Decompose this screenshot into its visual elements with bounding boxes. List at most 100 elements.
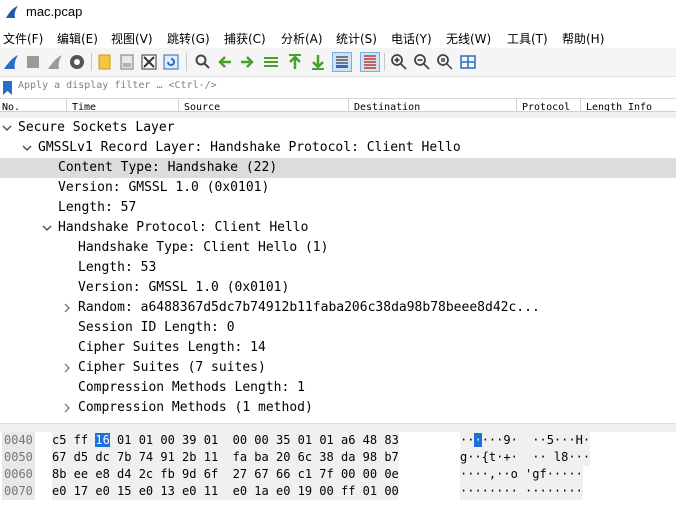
tree-row[interactable]: Handshake Protocol: Client Hello bbox=[0, 218, 676, 238]
ascii-segment: ·· bbox=[460, 433, 475, 447]
hex-row[interactable]: 0060 8b ee e8 d4 2c fb 9d 6f 27 67 66 c1 … bbox=[0, 466, 676, 483]
menu-go[interactable]: 跳转(G) bbox=[167, 30, 210, 47]
tree-row[interactable]: Cipher Suites (7 suites) bbox=[0, 358, 676, 378]
hex-ascii[interactable]: ····,··o 'gf····· bbox=[460, 466, 583, 483]
zoom-in-icon[interactable] bbox=[390, 53, 408, 71]
tree-row[interactable]: Length: 53 bbox=[0, 258, 676, 278]
packet-list-header: No. Time Source Destination Protocol Len… bbox=[0, 99, 676, 112]
hex-offset: 0050 bbox=[2, 449, 35, 466]
tree-row-label: Content Type: Handshake (22) bbox=[58, 160, 278, 175]
normal-size-icon[interactable] bbox=[436, 53, 454, 71]
tree-row-label: Handshake Type: Client Hello (1) bbox=[78, 240, 329, 255]
column-source[interactable]: Source bbox=[184, 102, 220, 111]
menu-edit[interactable]: 编辑(E) bbox=[57, 30, 98, 47]
expand-down-arrow-icon[interactable] bbox=[42, 221, 54, 235]
tree-row-label: Cipher Suites (7 suites) bbox=[78, 360, 266, 375]
hex-offset: 0070 bbox=[2, 483, 35, 500]
hex-row[interactable]: 0070 e0 17 e0 15 e0 13 e0 11 e0 1a e0 19 … bbox=[0, 483, 676, 500]
colorize-list-icon[interactable] bbox=[360, 52, 380, 72]
hex-bytes-segment: e0 17 e0 15 e0 13 e0 11 e0 1a e0 19 00 f… bbox=[52, 484, 399, 498]
start-capture-fin-icon[interactable] bbox=[2, 53, 20, 71]
hex-ascii[interactable]: g··{t·+· ·· l8··· bbox=[460, 449, 591, 466]
tree-row[interactable]: Handshake Type: Client Hello (1) bbox=[0, 238, 676, 258]
save-file-icon[interactable] bbox=[118, 53, 136, 71]
tree-row[interactable]: Random: a6488367d5dc7b74912b11faba206c38… bbox=[0, 298, 676, 318]
collapse-right-arrow-icon[interactable] bbox=[62, 361, 74, 375]
hex-ascii[interactable]: ········ ········ bbox=[460, 483, 583, 500]
capture-options-gear-icon[interactable] bbox=[68, 53, 86, 71]
hex-offset: 0060 bbox=[2, 466, 35, 483]
ascii-segment: g··{t·+· ·· l8··· bbox=[460, 450, 591, 464]
menu-statistics[interactable]: 统计(S) bbox=[336, 30, 377, 47]
column-separator bbox=[66, 99, 67, 111]
column-info[interactable]: Info bbox=[628, 102, 652, 111]
toolbar-separator bbox=[384, 53, 385, 71]
expand-down-arrow-icon[interactable] bbox=[22, 141, 34, 155]
tree-row[interactable]: Compression Methods (1 method) bbox=[0, 398, 676, 418]
hex-bytes[interactable]: 67 d5 dc 7b 74 91 2b 11 fa ba 20 6c 38 d… bbox=[52, 449, 399, 466]
menu-wireless[interactable]: 无线(W) bbox=[446, 30, 491, 47]
zoom-out-icon[interactable] bbox=[413, 53, 431, 71]
tree-row[interactable]: Version: GMSSL 1.0 (0x0101) bbox=[0, 178, 676, 198]
display-filter-input[interactable]: Apply a display filter … <Ctrl-/> bbox=[18, 80, 217, 91]
hex-bytes-segment: 8b ee e8 d4 2c fb 9d 6f 27 67 66 c1 7f 0… bbox=[52, 467, 399, 481]
hex-bytes[interactable]: c5 ff 16 01 01 00 39 01 00 00 35 01 01 a… bbox=[52, 432, 399, 449]
tree-row[interactable]: Cipher Suites Length: 14 bbox=[0, 338, 676, 358]
tree-row[interactable]: Compression Methods Length: 1 bbox=[0, 378, 676, 398]
menu-help[interactable]: 帮助(H) bbox=[562, 30, 604, 47]
menu-file[interactable]: 文件(F) bbox=[3, 30, 43, 47]
column-separator bbox=[516, 99, 517, 111]
go-to-packet-icon[interactable] bbox=[262, 53, 280, 71]
hex-row[interactable]: 0050 67 d5 dc 7b 74 91 2b 11 fa ba 20 6c … bbox=[0, 449, 676, 466]
collapse-right-arrow-icon[interactable] bbox=[62, 301, 74, 315]
collapse-right-arrow-icon[interactable] bbox=[62, 401, 74, 415]
ascii-segment: ········ ········ bbox=[460, 484, 583, 498]
stop-capture-icon[interactable] bbox=[24, 53, 42, 71]
tree-row-label: Compression Methods (1 method) bbox=[78, 400, 313, 415]
resize-columns-icon[interactable] bbox=[459, 53, 477, 71]
tree-row[interactable]: Session ID Length: 0 bbox=[0, 318, 676, 338]
hex-bytes[interactable]: 8b ee e8 d4 2c fb 9d 6f 27 67 66 c1 7f 0… bbox=[52, 466, 399, 483]
bookmark-icon[interactable] bbox=[3, 80, 12, 95]
restart-capture-fin-icon[interactable] bbox=[46, 53, 64, 71]
go-forward-arrow-icon[interactable] bbox=[238, 53, 256, 71]
tree-row[interactable]: Version: GMSSL 1.0 (0x0101) bbox=[0, 278, 676, 298]
auto-scroll-icon[interactable] bbox=[332, 52, 352, 72]
packet-details-tree: Secure Sockets Layer GMSSLv1 Record Layer… bbox=[0, 118, 676, 423]
toolbar-separator bbox=[91, 53, 92, 71]
last-packet-arrow-icon[interactable] bbox=[309, 53, 327, 71]
hex-ascii[interactable]: ······9· ··5···H· bbox=[460, 432, 591, 449]
close-file-icon[interactable] bbox=[140, 53, 158, 71]
find-packet-icon[interactable] bbox=[194, 53, 212, 71]
menu-capture[interactable]: 捕获(C) bbox=[224, 30, 266, 47]
hex-row[interactable]: 0040 c5 ff 16 01 01 00 39 01 00 00 35 01 … bbox=[0, 432, 676, 449]
first-packet-arrow-icon[interactable] bbox=[286, 53, 304, 71]
hex-bytes-segment: 67 d5 dc 7b 74 91 2b 11 fa ba 20 6c 38 d… bbox=[52, 450, 399, 464]
hex-offset: 0040 bbox=[2, 432, 35, 449]
ascii-char-highlight: · bbox=[474, 433, 482, 447]
tree-row[interactable]: GMSSLv1 Record Layer: Handshake Protocol… bbox=[0, 138, 676, 158]
expand-down-arrow-icon[interactable] bbox=[2, 121, 14, 135]
menu-tools[interactable]: 工具(T) bbox=[507, 30, 548, 47]
tree-row-label: Session ID Length: 0 bbox=[78, 320, 235, 335]
tree-row-label: Compression Methods Length: 1 bbox=[78, 380, 305, 395]
column-protocol[interactable]: Protocol bbox=[522, 102, 570, 111]
go-back-arrow-icon[interactable] bbox=[216, 53, 234, 71]
window-title: mac.pcap bbox=[26, 4, 83, 19]
open-file-icon[interactable] bbox=[96, 53, 114, 71]
column-time[interactable]: Time bbox=[72, 102, 96, 111]
tree-row[interactable]: Content Type: Handshake (22) bbox=[0, 158, 676, 178]
menu-view[interactable]: 视图(V) bbox=[111, 30, 153, 47]
tree-row[interactable]: Length: 57 bbox=[0, 198, 676, 218]
menu-telephony[interactable]: 电话(Y) bbox=[391, 30, 432, 47]
hex-bytes[interactable]: e0 17 e0 15 e0 13 e0 11 e0 1a e0 19 00 f… bbox=[52, 483, 399, 500]
reload-file-icon[interactable] bbox=[162, 53, 180, 71]
tree-row[interactable]: Secure Sockets Layer bbox=[0, 118, 676, 138]
menu-bar: 文件(F) 编辑(E) 视图(V) 跳转(G) 捕获(C) 分析(A) 统计(S… bbox=[0, 26, 676, 48]
column-no[interactable]: No. bbox=[2, 102, 20, 111]
menu-analyze[interactable]: 分析(A) bbox=[281, 30, 323, 47]
column-length[interactable]: Length bbox=[586, 102, 622, 111]
main-toolbar bbox=[0, 48, 676, 77]
column-destination[interactable]: Destination bbox=[354, 102, 420, 111]
title-bar: mac.pcap bbox=[0, 0, 676, 26]
